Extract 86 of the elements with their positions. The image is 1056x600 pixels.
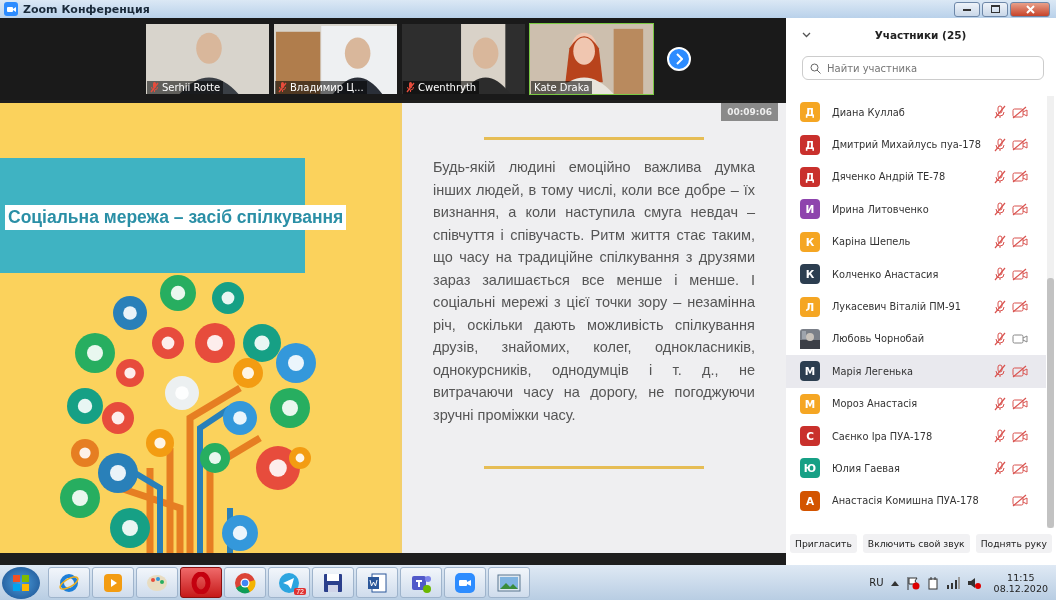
participant-name: Мороз Анастасія: [832, 398, 919, 410]
taskbar-button[interactable]: [224, 567, 266, 598]
participant-name: Диана Куллаб: [832, 106, 906, 118]
participant-name: Дяченко Андрій ТЕ-78: [832, 171, 947, 183]
palette-icon: [146, 572, 168, 593]
document-icon: [367, 571, 387, 594]
participant-row[interactable]: С Саєнко Іра ПУА-178: [786, 419, 1046, 453]
participant-row[interactable]: М Марія Легенька: [786, 355, 1046, 388]
video-camera-icon: [454, 571, 476, 594]
panel-button[interactable]: Пригласить: [790, 534, 857, 553]
avatar: Д: [800, 134, 820, 155]
signal-icon[interactable]: [945, 576, 960, 589]
collapse-chevron-icon[interactable]: [802, 32, 811, 38]
search-field[interactable]: Найти участника: [802, 56, 1044, 80]
maximize-button[interactable]: [982, 1, 1008, 17]
windows-logo-icon: [13, 574, 29, 591]
avatar: М: [800, 393, 820, 414]
participant-name: Ирина Литовченко: [832, 203, 930, 215]
landscape-icon: [497, 572, 521, 593]
taskbar-button[interactable]: [400, 567, 442, 598]
participant-name: Лукасевич Віталій ПМ-91: [832, 301, 962, 313]
participant-row[interactable]: Любовь Чорнобай: [786, 322, 1046, 356]
participant-name: Любовь Чорнобай: [832, 333, 926, 345]
video-camera-icon: [4, 2, 18, 16]
participant-name: Марія Легенька: [832, 365, 915, 377]
clock-time: 11:15: [1007, 571, 1035, 583]
play-icon: [103, 572, 123, 593]
participant-name: Cwenthryth: [418, 82, 477, 93]
muted-speaker-icon[interactable]: [966, 575, 981, 590]
scrollbar[interactable]: [1047, 96, 1054, 528]
taskbar-button[interactable]: [356, 567, 398, 598]
flag-icon[interactable]: [905, 575, 920, 590]
maximize-icon: [990, 5, 1000, 13]
avatar: С: [800, 426, 820, 447]
avatar: Л: [800, 296, 820, 317]
next-page-button[interactable]: [667, 47, 691, 71]
participant-name: Дмитрий Михайлусь пуа-178: [832, 139, 982, 151]
chevron-right-icon: [675, 53, 683, 65]
participant-name: Kate Draka: [534, 82, 590, 93]
participant-name: Колченко Анастасия: [832, 268, 940, 280]
participant-name: Каріна Шепель: [832, 236, 912, 248]
slide-title: Соціальна мережа – засіб спілкування: [5, 205, 347, 230]
minimize-button[interactable]: [954, 1, 980, 17]
clock-date: 08.12.2020: [993, 582, 1048, 594]
ring-icon: [191, 571, 211, 594]
participant-row[interactable]: А Анастасія Комишна ПУА-178: [786, 484, 1046, 518]
avatar: К: [800, 264, 820, 285]
participant-row[interactable]: Д Дяченко Андрій ТЕ-78: [786, 160, 1046, 194]
avatar: Д: [800, 102, 820, 123]
avatar: М: [800, 361, 820, 382]
start-button[interactable]: [2, 566, 40, 599]
participant-name: Анастасія Комишна ПУА-178: [832, 495, 980, 507]
participant-name: Саєнко Іра ПУА-178: [832, 430, 934, 442]
avatar: Ю: [800, 458, 820, 479]
window-title: Zoom Конференция: [23, 2, 150, 16]
up-arrow-icon[interactable]: [890, 579, 899, 586]
participant-name: Serhii Rotte: [162, 82, 221, 93]
slide-paragraph: Будь-якій людині емоційно важлива думка інших людей, в тому числі, коли все добре – їх визнання, а коли наступила смуга невдач – співчуття і співучасть. Ритм життя стає таким, що часу на традиційне спілкування з друзями зараз залишається все менше і менше. І соціальні мережі з цієї точки зору – незамінна річ, оскільки дають можливість спілкування друзів, знайомих, колег, однокласників, однокурсників, однодумців і т. д., не витрачаючи часу на дорогу, не погоджуючи зручні проміжки часу.: [433, 158, 755, 425]
avatar: К: [800, 231, 820, 252]
close-icon: [1025, 4, 1035, 14]
participant-name: Владимир Ц...: [290, 82, 364, 93]
participant-name: Юлия Гаевая: [832, 463, 901, 474]
globe-icon: [58, 571, 80, 594]
participant-row[interactable]: Д Дмитрий Михайлусь пуа-178: [786, 128, 1046, 161]
avatar: А: [800, 490, 820, 511]
participant-row[interactable]: К Каріна Шепель: [786, 225, 1046, 258]
participant-row[interactable]: Ю Юлия Гаевая: [786, 452, 1046, 485]
participant-row[interactable]: М Мороз Анастасія: [786, 387, 1046, 420]
panel-button[interactable]: Включить свой звук: [862, 534, 970, 553]
panel-title: Участники (25): [874, 29, 968, 41]
avatar: И: [800, 199, 820, 220]
taskbar-button[interactable]: [312, 567, 354, 598]
recording-timer: 00:09:06: [721, 103, 778, 121]
language-indicator[interactable]: RU: [869, 577, 884, 588]
device-icon[interactable]: [926, 575, 939, 590]
panel-button[interactable]: Поднять руку: [975, 534, 1052, 553]
minimize-icon: [963, 7, 971, 11]
scrollbar-thumb[interactable]: [1047, 278, 1054, 528]
participant-row[interactable]: Л Лукасевич Віталій ПМ-91: [786, 290, 1046, 323]
close-button[interactable]: [1010, 1, 1050, 17]
color-wheel-icon: [234, 571, 256, 594]
search-icon: [810, 63, 821, 74]
participant-row[interactable]: Д Диана Куллаб: [786, 96, 1046, 129]
participant-row[interactable]: К Колченко Анастасия: [786, 257, 1046, 291]
participant-row[interactable]: И Ирина Литовченко: [786, 193, 1046, 226]
avatar: Д: [800, 166, 820, 187]
